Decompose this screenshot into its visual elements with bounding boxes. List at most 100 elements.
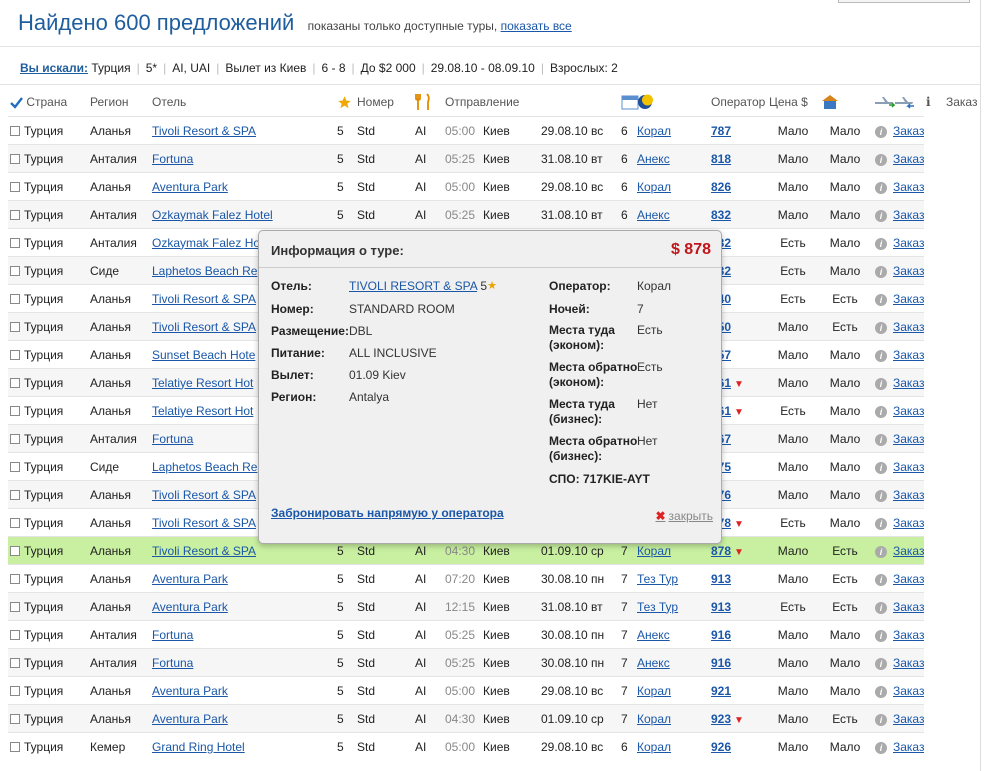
table-row[interactable]: Турция Аланья Aventura Park 5 Std AI 05:00 Киев…	[8, 676, 964, 705]
hotel-link[interactable]: Telatiye Resort Hot	[152, 376, 253, 390]
row-checkbox[interactable]	[10, 237, 20, 248]
order-link[interactable]: Заказ	[893, 488, 924, 502]
row-checkbox[interactable]	[10, 433, 20, 444]
row-checkbox[interactable]	[10, 489, 20, 500]
price-link[interactable]: 878	[711, 544, 731, 558]
order-link[interactable]: Заказ	[893, 292, 924, 306]
row-checkbox[interactable]	[10, 741, 20, 752]
price-link[interactable]: 913	[711, 600, 731, 614]
row-checkbox[interactable]	[10, 321, 20, 332]
cell-country[interactable]: Турция	[8, 144, 88, 173]
table-row[interactable]: Турция Аланья Aventura Park 5 Std AI 04:30 Киев…	[8, 704, 964, 733]
row-checkbox[interactable]	[10, 265, 20, 276]
hotel-link[interactable]: Aventura Park	[152, 712, 228, 726]
row-checkbox[interactable]	[10, 629, 20, 640]
cell-country[interactable]: Турция	[8, 172, 88, 201]
info-icon[interactable]: i	[875, 125, 887, 138]
col-date[interactable]	[619, 88, 639, 117]
cell-country[interactable]: Турция	[8, 564, 88, 593]
operator-link[interactable]: Тез Тур	[637, 572, 678, 586]
price-link[interactable]: 787	[711, 124, 731, 138]
order-link[interactable]: Заказ	[893, 656, 924, 670]
hotel-link[interactable]: Tivoli Resort & SPA	[152, 516, 256, 530]
cell-country[interactable]: Турция	[8, 648, 88, 677]
cell-country[interactable]: Турция	[8, 312, 88, 341]
order-link[interactable]: Заказ	[893, 684, 924, 698]
hotel-link[interactable]: Tivoli Resort & SPA	[152, 320, 256, 334]
col-hotel-seats[interactable]	[819, 88, 871, 117]
row-checkbox[interactable]	[10, 293, 20, 304]
hotel-link[interactable]: Laphetos Beach Re	[152, 264, 257, 278]
cell-country[interactable]: Турция	[8, 480, 88, 509]
order-link[interactable]: Заказ	[893, 432, 924, 446]
hotel-link[interactable]: Telatiye Resort Hot	[152, 404, 253, 418]
row-checkbox[interactable]	[10, 349, 20, 360]
cell-country[interactable]: Турция	[8, 200, 88, 229]
hotel-link[interactable]: Laphetos Beach Re	[152, 460, 257, 474]
row-checkbox[interactable]	[10, 657, 20, 668]
price-link[interactable]: 832	[711, 208, 731, 222]
order-link[interactable]: Заказ	[893, 152, 924, 166]
row-checkbox[interactable]	[10, 573, 20, 584]
table-row[interactable]: Турция Аланья Tivoli Resort & SPA 5 Std AI 05:…	[8, 116, 964, 145]
table-row[interactable]: Турция Анталия Fortuna 5 Std AI 05:25 Киев 31.08…	[8, 144, 964, 173]
cell-country[interactable]: Турция	[8, 508, 88, 537]
cell-country[interactable]: Турция	[8, 732, 88, 760]
order-link[interactable]: Заказ	[893, 348, 924, 362]
hotel-link[interactable]: Fortuna	[152, 628, 193, 642]
show-all-link[interactable]: показать все	[501, 19, 572, 33]
info-icon[interactable]: i	[875, 629, 887, 642]
col-hotel[interactable]: Отель	[150, 88, 335, 117]
cell-country[interactable]: Турция	[8, 676, 88, 705]
hotel-link[interactable]: Tivoli Resort & SPA	[152, 124, 256, 138]
hotel-link[interactable]: Tivoli Resort & SPA	[152, 292, 256, 306]
price-link[interactable]: 913	[711, 572, 731, 586]
row-checkbox[interactable]	[10, 181, 20, 192]
hotel-link[interactable]: Grand Ring Hotel	[152, 740, 245, 754]
row-checkbox[interactable]	[10, 125, 20, 136]
info-icon[interactable]: i	[875, 601, 887, 614]
operator-link[interactable]: Корал	[637, 180, 671, 194]
table-row[interactable]: Турция Аланья Aventura Park 5 Std AI 05:00 Киев…	[8, 172, 964, 201]
table-row[interactable]: Турция Аланья Aventura Park 5 Std AI 12:15 Киев…	[8, 592, 964, 621]
cell-country[interactable]: Турция	[8, 340, 88, 369]
info-icon[interactable]: i	[875, 741, 887, 754]
order-link[interactable]: Заказ	[893, 628, 924, 642]
hotel-link[interactable]: Aventura Park	[152, 684, 228, 698]
cell-country[interactable]: Турция	[8, 396, 88, 425]
col-operator[interactable]: Оператор	[709, 88, 767, 117]
price-link[interactable]: 818	[711, 152, 731, 166]
row-checkbox[interactable]	[10, 461, 20, 472]
info-icon[interactable]: i	[875, 377, 887, 390]
price-link[interactable]: 921	[711, 684, 731, 698]
info-icon[interactable]: i	[875, 489, 887, 502]
operator-link[interactable]: Анекс	[637, 208, 670, 222]
popup-hotel-link[interactable]: TIVOLI RESORT & SPA	[349, 279, 477, 293]
info-icon[interactable]: i	[875, 321, 887, 334]
hotel-link[interactable]: Fortuna	[152, 656, 193, 670]
cell-country[interactable]: Турция	[8, 256, 88, 285]
info-icon[interactable]: i	[875, 349, 887, 362]
order-link[interactable]: Заказ	[893, 600, 924, 614]
row-checkbox[interactable]	[10, 209, 20, 220]
book-direct-link[interactable]: Забронировать напрямую у оператора	[271, 506, 504, 520]
operator-link[interactable]: Анекс	[637, 628, 670, 642]
row-checkbox[interactable]	[10, 685, 20, 696]
operator-link[interactable]: Анекс	[637, 656, 670, 670]
order-link[interactable]: Заказ	[893, 712, 924, 726]
order-link[interactable]: Заказ	[893, 320, 924, 334]
row-checkbox[interactable]	[10, 517, 20, 528]
info-icon[interactable]: i	[875, 237, 887, 250]
table-row[interactable]: Турция Анталия Fortuna 5 Std AI 05:25 Киев 30.08…	[8, 648, 964, 677]
operator-link[interactable]: Тез Тур	[637, 600, 678, 614]
col-room[interactable]: Номер	[355, 88, 413, 117]
hotel-link[interactable]: Sunset Beach Hote	[152, 348, 255, 362]
row-checkbox[interactable]	[10, 153, 20, 164]
price-link[interactable]: 916	[711, 656, 731, 670]
close-popup-link[interactable]: ✖ закрыть	[655, 509, 713, 523]
col-flight-out[interactable]	[871, 88, 895, 117]
hotel-link[interactable]: Aventura Park	[152, 600, 228, 614]
col-nights[interactable]	[635, 88, 709, 117]
search-summary-label[interactable]: Вы искали:	[20, 61, 88, 75]
cell-country[interactable]: Турция	[8, 368, 88, 397]
